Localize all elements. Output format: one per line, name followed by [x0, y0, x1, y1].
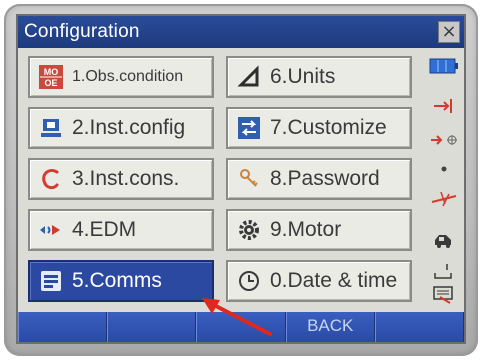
target-prism-icon [426, 96, 462, 116]
battery-icon [426, 58, 462, 74]
status-icon-column [426, 56, 462, 306]
menu-inst-config-button[interactable]: 2.Inst.config [28, 107, 214, 149]
menu-inst-cons-button[interactable]: 3.Inst.cons. [28, 158, 214, 200]
softkey-back[interactable]: BACK [285, 312, 375, 342]
window-title: Configuration [24, 21, 140, 42]
menu-edm-button[interactable]: 4.EDM [28, 209, 214, 251]
menu-password-button[interactable]: 8.Password [226, 158, 412, 200]
menu-label: 4.EDM [72, 218, 137, 241]
tilt-icon [426, 186, 462, 210]
close-button[interactable]: × [438, 21, 460, 43]
softkey-f2[interactable] [107, 312, 197, 342]
dot-icon [426, 164, 462, 174]
menu-obs-condition-button[interactable]: MO OE 1.Obs.condition [28, 56, 214, 98]
menu-label: 6.Units [270, 65, 336, 88]
red-arrow-annotation [202, 298, 272, 336]
svg-text:MO: MO [44, 67, 59, 77]
softkey-f1[interactable] [18, 312, 108, 342]
gear-icon [236, 218, 262, 242]
menu-label: 5.Comms [72, 269, 162, 292]
menu-label: 0.Date & time [270, 269, 398, 292]
mo-oe-icon: MO OE [38, 65, 64, 89]
constant-c-icon [38, 167, 64, 191]
car-icon [426, 231, 462, 251]
menu-label: 3.Inst.cons. [72, 167, 180, 190]
config-menu-grid: MO OE 1.Obs.condition 2.Inst.config 3.In… [28, 56, 420, 302]
menu-motor-button[interactable]: 9.Motor [226, 209, 412, 251]
menu-label: 2.Inst.config [72, 116, 186, 139]
menu-label: 7.Customize [270, 116, 387, 139]
softkey-f5[interactable] [374, 312, 465, 342]
instrument-icon [38, 116, 64, 140]
comms-icon [38, 269, 64, 293]
input-mode-icon [426, 261, 462, 281]
menu-comms-button[interactable]: 5.Comms [28, 260, 214, 302]
laser-pointer-icon [426, 130, 462, 150]
customize-arrows-icon [236, 116, 262, 140]
menu-customize-button[interactable]: 7.Customize [226, 107, 412, 149]
svg-text:OE: OE [44, 78, 57, 88]
title-bar: Configuration × [18, 16, 464, 48]
menu-label: 8.Password [270, 167, 380, 190]
triangle-icon [236, 65, 262, 89]
menu-units-button[interactable]: 6.Units [226, 56, 412, 98]
keyboard-icon [426, 284, 462, 304]
menu-label: 9.Motor [270, 218, 342, 241]
edm-icon [38, 218, 64, 242]
menu-label: 1.Obs.condition [72, 68, 184, 85]
key-icon [236, 167, 262, 191]
